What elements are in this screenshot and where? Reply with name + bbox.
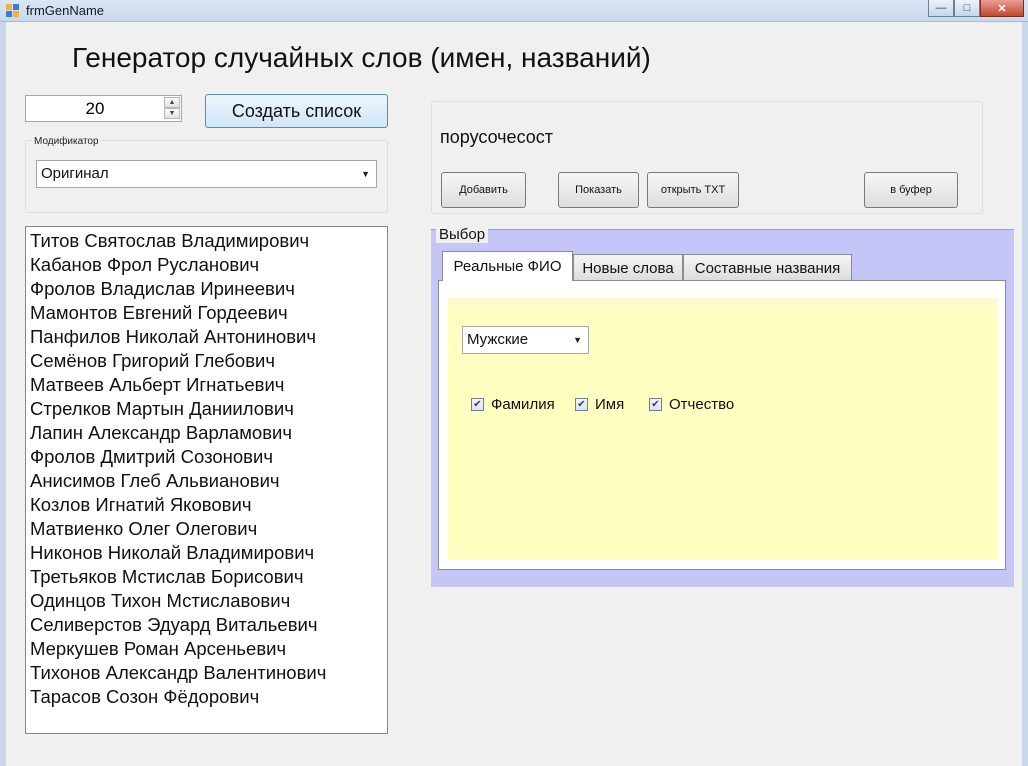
list-item[interactable]: Семёнов Григорий Глебович	[26, 349, 387, 373]
copy-to-clipboard-button[interactable]: в буфер	[864, 172, 958, 208]
list-item[interactable]: Тихонов Александр Валентинович	[26, 661, 387, 685]
gender-select[interactable]: Мужские ▼	[462, 326, 589, 354]
spin-up-icon[interactable]: ▲	[164, 97, 180, 108]
add-button[interactable]: Добавить	[441, 172, 526, 208]
list-item[interactable]: Панфилов Николай Антонинович	[26, 325, 387, 349]
first-name-checkbox[interactable]: ✔ Имя	[575, 396, 624, 413]
minimize-icon[interactable]: —	[928, 0, 954, 17]
surname-checkbox-label: Фамилия	[491, 396, 555, 413]
list-item[interactable]: Стрелков Мартын Даниилович	[26, 397, 387, 421]
checkmark-icon: ✔	[649, 398, 662, 411]
maximize-icon[interactable]: □	[954, 0, 980, 17]
list-item[interactable]: Лапин Александр Варламович	[26, 421, 387, 445]
list-item[interactable]: Анисимов Глеб Альвианович	[26, 469, 387, 493]
list-item[interactable]: Одинцов Тихон Мстиславович	[26, 589, 387, 613]
modifier-selected-value: Оригинал	[41, 165, 109, 182]
app-icon	[6, 4, 20, 18]
list-item[interactable]: Козлов Игнатий Яковович	[26, 493, 387, 517]
list-item[interactable]: Тарасов Созон Фёдорович	[26, 685, 387, 709]
window-frame-right	[1022, 22, 1028, 766]
names-list[interactable]: Титов Святослав Владимирович Кабанов Фро…	[25, 226, 388, 734]
modifier-label: Модификатор	[32, 136, 101, 147]
checkmark-icon: ✔	[471, 398, 484, 411]
list-item[interactable]: Селиверстов Эдуард Витальевич	[26, 613, 387, 637]
tab-new-words[interactable]: Новые слова	[573, 254, 683, 281]
surname-checkbox[interactable]: ✔ Фамилия	[471, 396, 555, 413]
first-name-checkbox-label: Имя	[595, 396, 625, 413]
tab-real-names[interactable]: Реальные ФИО	[442, 251, 573, 281]
list-item[interactable]: Меркушев Роман Арсеньевич	[26, 637, 387, 661]
modifier-select[interactable]: Оригинал ▼	[36, 160, 377, 188]
create-list-button[interactable]: Создать список	[205, 94, 388, 128]
patronymic-checkbox[interactable]: ✔ Отчество	[649, 396, 734, 413]
choice-group-label: Выбор	[436, 226, 489, 243]
window-title: frmGenName	[26, 3, 105, 18]
show-button[interactable]: Показать	[558, 172, 639, 208]
chevron-down-icon: ▼	[573, 335, 582, 345]
page-title: Генератор случайных слов (имен, названий…	[72, 42, 651, 73]
title-bar[interactable]: frmGenName — □ ✕	[0, 0, 1028, 22]
list-item[interactable]: Матвеев Альберт Игнатьевич	[26, 373, 387, 397]
open-txt-button[interactable]: открыть TXT	[647, 172, 739, 208]
list-item[interactable]: Третьяков Мстислав Борисович	[26, 565, 387, 589]
list-item[interactable]: Матвиенко Олег Олегович	[26, 517, 387, 541]
tab-compound-names[interactable]: Составные названия	[683, 254, 852, 281]
list-item[interactable]: Фролов Дмитрий Созонович	[26, 445, 387, 469]
list-item[interactable]: Мамонтов Евгений Гордеевич	[26, 301, 387, 325]
patronymic-checkbox-label: Отчество	[669, 396, 735, 413]
form-client-area: Генератор случайных слов (имен, названий…	[6, 22, 1022, 766]
close-icon[interactable]: ✕	[980, 0, 1024, 17]
list-item[interactable]: Кабанов Фрол Русланович	[26, 253, 387, 277]
count-input[interactable]	[26, 96, 164, 121]
generated-word: порусочесост	[440, 127, 554, 147]
list-item[interactable]: Фролов Владислав Иринеевич	[26, 277, 387, 301]
chevron-down-icon: ▼	[361, 169, 370, 179]
count-stepper[interactable]: ▲ ▼	[25, 95, 182, 122]
list-item[interactable]: Никонов Николай Владимирович	[26, 541, 387, 565]
gender-selected-value: Мужские	[467, 331, 529, 348]
checkmark-icon: ✔	[575, 398, 588, 411]
list-item[interactable]: Титов Святослав Владимирович	[26, 229, 387, 253]
spin-down-icon[interactable]: ▼	[164, 108, 180, 119]
